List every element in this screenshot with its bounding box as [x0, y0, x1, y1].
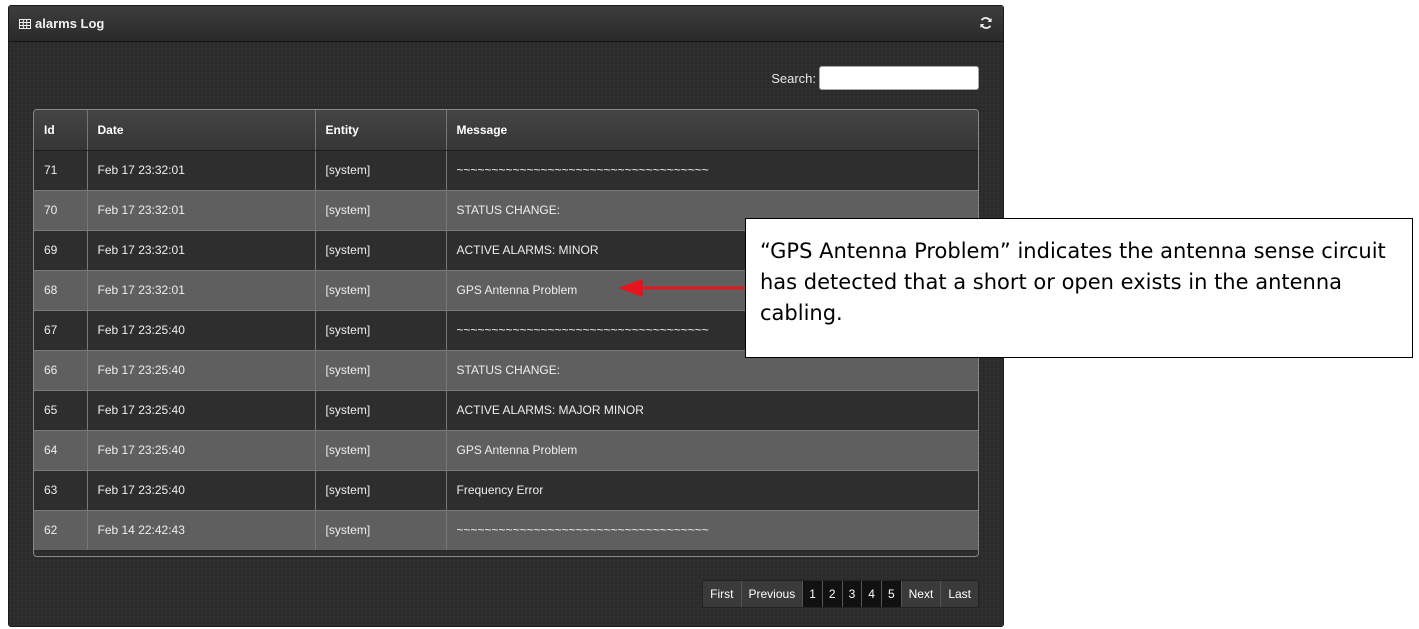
table-row[interactable]: 64 Feb 17 23:25:40 [system] GPS Antenna …: [34, 429, 978, 470]
pagination-last[interactable]: Last: [940, 581, 978, 607]
cell-date: Feb 17 23:32:01: [86, 269, 315, 310]
cell-entity: [system]: [314, 429, 446, 470]
search-area: Search:: [771, 66, 979, 90]
cell-id: 67: [34, 309, 87, 350]
cell-entity: [system]: [314, 269, 446, 310]
pagination-first[interactable]: First: [703, 581, 740, 607]
cell-message: ~~~~~~~~~~~~~~~~~~~~~~~~~~~~~~~~~~~~: [445, 149, 978, 190]
pagination-page-5[interactable]: 5: [880, 581, 901, 607]
cell-date: Feb 17 23:25:40: [86, 429, 315, 470]
annotation-callout: “GPS Antenna Problem” indicates the ante…: [745, 218, 1413, 358]
cell-id: 64: [34, 429, 87, 470]
cell-id: 68: [34, 269, 87, 310]
cell-date: Feb 17 23:32:01: [86, 149, 315, 190]
cell-id: 62: [34, 509, 87, 550]
cell-id: 69: [34, 229, 87, 270]
cell-date: Feb 17 23:25:40: [86, 389, 315, 430]
cell-id: 63: [34, 469, 87, 510]
annotation-text: “GPS Antenna Problem” indicates the ante…: [760, 239, 1386, 325]
cell-entity: [system]: [314, 389, 446, 430]
pagination-page-4[interactable]: 4: [861, 581, 881, 607]
cell-date: Feb 17 23:25:40: [86, 469, 315, 510]
table-row[interactable]: 62 Feb 14 22:42:43 [system] ~~~~~~~~~~~~…: [34, 509, 978, 550]
column-header-entity[interactable]: Entity: [314, 110, 446, 151]
pagination: First Previous 1 2 3 4 5 Next Last: [702, 580, 979, 608]
panel-title-text: alarms Log: [35, 16, 105, 31]
search-input[interactable]: [819, 66, 979, 90]
table-header-row: Id Date Entity Message: [34, 110, 978, 151]
cell-date: Feb 14 22:42:43: [86, 509, 315, 550]
grid-icon: [19, 18, 31, 29]
refresh-icon[interactable]: [979, 16, 993, 30]
panel-header: alarms Log: [9, 6, 1003, 42]
cell-id: 70: [34, 189, 87, 230]
cell-date: Feb 17 23:25:40: [86, 309, 315, 350]
cell-entity: [system]: [314, 509, 446, 550]
column-header-date[interactable]: Date: [86, 110, 315, 151]
pagination-previous[interactable]: Previous: [740, 581, 803, 607]
cell-date: Feb 17 23:32:01: [86, 229, 315, 270]
cell-id: 71: [34, 149, 87, 190]
column-header-id[interactable]: Id: [34, 110, 87, 151]
pagination-page-2[interactable]: 2: [821, 581, 842, 607]
cell-entity: [system]: [314, 229, 446, 270]
pagination-page-3[interactable]: 3: [841, 581, 862, 607]
table-row[interactable]: 65 Feb 17 23:25:40 [system] ACTIVE ALARM…: [34, 389, 978, 430]
cell-entity: [system]: [314, 149, 446, 190]
cell-message: ACTIVE ALARMS: MAJOR MINOR: [445, 389, 978, 430]
cell-message: Frequency Error: [445, 469, 978, 510]
cell-entity: [system]: [314, 309, 446, 350]
cell-date: Feb 17 23:25:40: [86, 349, 315, 390]
panel-title: alarms Log: [19, 16, 104, 31]
search-label: Search:: [771, 70, 816, 86]
table-row[interactable]: 71 Feb 17 23:32:01 [system] ~~~~~~~~~~~~…: [34, 149, 978, 190]
cell-entity: [system]: [314, 469, 446, 510]
cell-message: GPS Antenna Problem: [445, 429, 978, 470]
pagination-page-1[interactable]: 1: [802, 581, 822, 607]
cell-id: 66: [34, 349, 87, 390]
cell-entity: [system]: [314, 349, 446, 390]
cell-id: 65: [34, 389, 87, 430]
table-row[interactable]: 63 Feb 17 23:25:40 [system] Frequency Er…: [34, 469, 978, 510]
pagination-next[interactable]: Next: [900, 581, 941, 607]
column-header-message[interactable]: Message: [445, 110, 978, 151]
cell-date: Feb 17 23:32:01: [86, 189, 315, 230]
cell-entity: [system]: [314, 189, 446, 230]
arrow-left-icon: [619, 279, 745, 297]
cell-message: ~~~~~~~~~~~~~~~~~~~~~~~~~~~~~~~~~~~~: [445, 509, 978, 550]
